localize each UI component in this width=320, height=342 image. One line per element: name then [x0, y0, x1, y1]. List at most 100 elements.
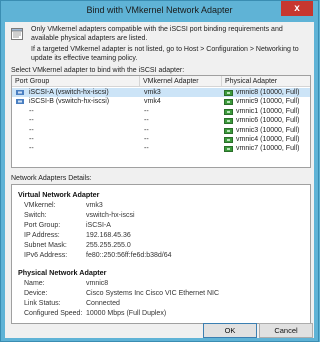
nic-icon [224, 127, 233, 134]
nic-icon [224, 99, 233, 106]
detail-row-ip-address: IP Address: 192.168.45.36 [24, 232, 304, 242]
nic-icon [224, 137, 233, 143]
physical-adapter-cell: vmnic1 (10000, Full) [224, 107, 310, 116]
detail-row-subnet-mask: Subnet Mask: 255.255.255.0 [24, 242, 304, 252]
select-adapter-label: Select VMkernel adapter to bind with the… [11, 67, 185, 74]
nic-icon [224, 118, 233, 125]
details-label: Network Adapters Details: [11, 175, 92, 182]
port-group-name: iSCSI-A (vswitch-hx-iscsi) [29, 89, 109, 96]
virtual-adapter-title: Virtual Network Adapter [18, 190, 100, 199]
detail-row-device: Device: Cisco Systems Inc Cisco VIC Ethe… [24, 290, 304, 300]
vmkernel-port-icon [16, 99, 24, 105]
detail-key: VMkernel: [24, 202, 56, 209]
detail-row-ipv6-address: IPv6 Address: fe80::250:56ff:fe6d:b38d/6… [24, 252, 304, 262]
detail-row-vmkernel: VMkernel: vmk3 [24, 202, 304, 212]
physical-adapter-name: vmnic4 (10000, Full) [236, 136, 300, 143]
vmkernel-adapter-cell: -- [144, 117, 149, 125]
detail-key: IPv6 Address: [24, 252, 68, 259]
detail-value: 10000 Mbps (Full Duplex) [86, 310, 167, 317]
table-row[interactable]: iSCSI-A (vswitch-hx-iscsi) vmk3 vmnic8 (… [12, 88, 310, 98]
physical-adapter-title: Physical Network Adapter [18, 268, 107, 277]
table-row[interactable]: iSCSI-B (vswitch-hx-iscsi) vmk4 vmnic9 (… [12, 97, 310, 106]
dialog-content: Only VMkernel adapters compatible with t… [5, 22, 314, 338]
close-button[interactable]: x [281, 1, 313, 16]
title-bar[interactable]: Bind with VMkernel Network Adapter x [1, 1, 318, 22]
info-line-teaming: If a targeted VMkernel adapter is not li… [31, 46, 299, 62]
cancel-button[interactable]: Cancel [259, 323, 313, 338]
physical-adapter-cell: vmnic9 (10000, Full) [224, 97, 310, 106]
physical-adapter-name: vmnic1 (10000, Full) [236, 107, 300, 115]
table-row[interactable]: -- -- vmnic7 (10000, Full) [12, 144, 310, 153]
info-icon [11, 28, 23, 40]
port-group-name: -- [29, 126, 34, 134]
nic-icon [224, 90, 233, 96]
vmkernel-adapter-cell: vmk4 [144, 98, 161, 106]
ok-button[interactable]: OK [203, 323, 257, 338]
vmkernel-adapter-cell: vmk3 [144, 89, 161, 96]
vmkernel-adapter-cell: -- [144, 126, 149, 134]
detail-key: Switch: [24, 212, 47, 219]
detail-row-name: Name: vmnic8 [24, 280, 304, 290]
vmkernel-adapter-cell: -- [144, 145, 149, 153]
detail-row-port-group: Port Group: iSCSI-A [24, 222, 304, 232]
port-group-name: iSCSI-B (vswitch-hx-iscsi) [29, 98, 110, 106]
detail-value: vswitch-hx-iscsi [86, 212, 135, 219]
column-header-physical-adapter[interactable]: Physical Adapter [222, 76, 310, 87]
detail-key: Configured Speed: [24, 310, 83, 317]
table-row[interactable]: -- -- vmnic6 (10000, Full) [12, 116, 310, 125]
vmkernel-adapter-cell: -- [144, 136, 149, 143]
physical-adapter-cell: vmnic8 (10000, Full) [224, 88, 310, 97]
detail-row-switch: Switch: vswitch-hx-iscsi [24, 212, 304, 222]
port-group-cell: -- [16, 107, 140, 116]
detail-key: Subnet Mask: [24, 242, 67, 249]
detail-value: vmk3 [86, 202, 103, 209]
detail-key: Device: [24, 290, 48, 297]
port-group-cell: -- [16, 116, 140, 125]
dialog-title: Bind with VMkernel Network Adapter [86, 5, 233, 15]
port-group-name: -- [29, 136, 34, 143]
column-header-port-group[interactable]: Port Group [12, 76, 140, 87]
physical-adapter-cell: vmnic7 (10000, Full) [224, 144, 310, 153]
port-group-cell: -- [16, 135, 140, 144]
detail-key: Link Status: [24, 300, 61, 307]
table-row[interactable]: -- -- vmnic3 (10000, Full) [12, 126, 310, 135]
detail-value: iSCSI-A [86, 222, 111, 229]
nic-icon [224, 146, 233, 153]
physical-adapter-name: vmnic6 (10000, Full) [236, 117, 300, 125]
detail-row-link-status: Link Status: Connected [24, 300, 304, 310]
column-header-vmkernel-adapter[interactable]: VMkernel Adapter [140, 76, 222, 87]
physical-adapter-name: vmnic8 (10000, Full) [236, 89, 300, 96]
dialog-window: Bind with VMkernel Network Adapter x Onl… [0, 0, 319, 342]
port-group-cell: -- [16, 126, 140, 135]
port-group-name: -- [29, 107, 34, 115]
detail-value: vmnic8 [86, 280, 109, 287]
adapter-table: Port Group VMkernel Adapter Physical Ada… [11, 75, 311, 168]
detail-key: Name: [24, 280, 45, 287]
table-row[interactable]: -- -- vmnic4 (10000, Full) [12, 135, 310, 144]
detail-row-configured-speed: Configured Speed: 10000 Mbps (Full Duple… [24, 310, 304, 320]
detail-value: Cisco Systems Inc Cisco VIC Ethernet NIC [86, 290, 220, 297]
info-text: Only VMkernel adapters compatible with t… [31, 26, 311, 66]
physical-adapter-cell: vmnic4 (10000, Full) [224, 135, 310, 144]
detail-value: Connected [86, 300, 120, 307]
port-group-cell: iSCSI-B (vswitch-hx-iscsi) [16, 97, 140, 106]
physical-adapter-name: vmnic7 (10000, Full) [236, 145, 300, 153]
info-line-compatibility: Only VMkernel adapters compatible with t… [31, 26, 283, 42]
table-header: Port Group VMkernel Adapter Physical Ada… [12, 76, 310, 87]
table-row[interactable]: -- -- vmnic1 (10000, Full) [12, 107, 310, 116]
physical-adapter-cell: vmnic3 (10000, Full) [224, 126, 310, 135]
physical-adapter-name: vmnic9 (10000, Full) [236, 98, 300, 106]
port-group-name: -- [29, 117, 34, 125]
physical-adapter-cell: vmnic6 (10000, Full) [224, 116, 310, 125]
vmkernel-adapter-cell: -- [144, 107, 149, 115]
close-icon: x [294, 3, 300, 14]
port-group-cell: iSCSI-A (vswitch-hx-iscsi) [16, 88, 140, 97]
detail-key: Port Group: [24, 222, 61, 229]
detail-value: fe80::250:56ff:fe6d:b38d/64 [86, 252, 172, 259]
port-group-cell: -- [16, 144, 140, 153]
detail-value: 192.168.45.36 [86, 232, 131, 239]
vmkernel-port-icon [16, 90, 24, 95]
details-panel: Virtual Network Adapter VMkernel: vmk3 S… [11, 184, 311, 324]
physical-adapter-name: vmnic3 (10000, Full) [236, 126, 300, 134]
detail-value: 255.255.255.0 [86, 242, 131, 249]
